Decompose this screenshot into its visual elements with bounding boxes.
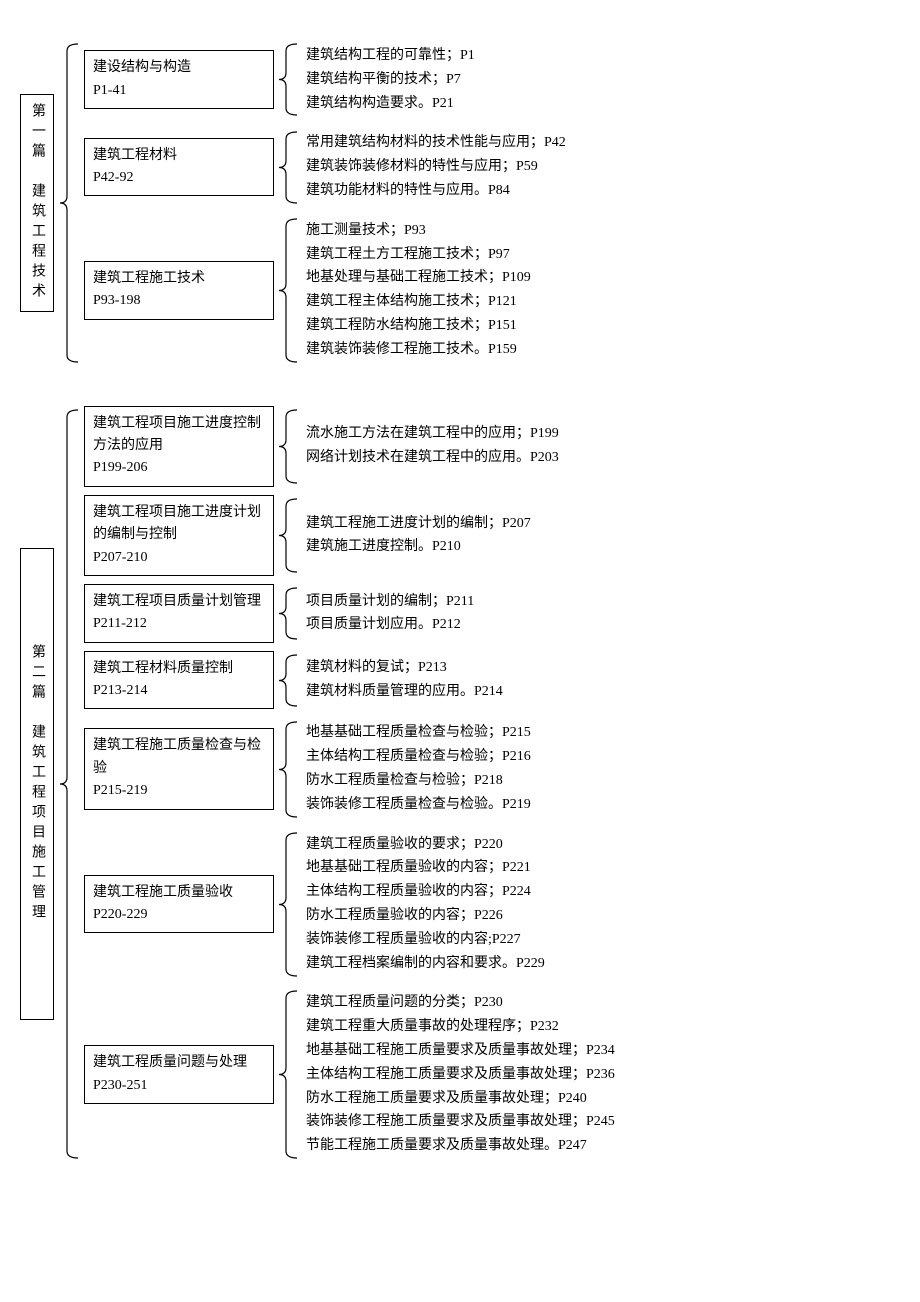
section-pair: 建筑工程质量问题与处理 P230-251 建筑工程质量问题的分类；P230建筑工程… xyxy=(84,987,900,1162)
detail-group: 建筑工程质量问题的分类；P230建筑工程重大质量事故的处理程序；P232地基基础… xyxy=(302,987,615,1162)
part-title: 第一篇 建筑工程技术 xyxy=(20,94,54,312)
section-box-cell: 建筑工程材料P42-92 xyxy=(84,127,274,206)
detail-item: 地基处理与基础工程施工技术；P109 xyxy=(306,266,531,290)
section-pair: 建筑工程项目质量计划管理 P211-212 项目质量计划的编制；P211项目质量计… xyxy=(84,584,900,643)
part-row: 第二篇 建筑工程项目施工管理 建筑工程项目施工进度控制方法的应用P199-206 流… xyxy=(20,406,900,1162)
section-box: 建设结构与构造P1-41 xyxy=(84,50,274,109)
detail-item: 建筑工程质量验收的要求；P220 xyxy=(306,833,545,857)
section-box-cell: 建筑工程质量问题与处理 P230-251 xyxy=(84,987,274,1162)
detail-item: 地基基础工程施工质量要求及质量事故处理；P234 xyxy=(306,1039,615,1063)
detail-group: 地基基础工程质量检查与检验；P215主体结构工程质量检查与检验；P216防水工程… xyxy=(302,717,531,820)
section-box: 建筑工程材料P42-92 xyxy=(84,138,274,197)
detail-item: 项目质量计划的编制；P211 xyxy=(306,590,474,614)
brace-icon xyxy=(274,495,302,576)
detail-group: 流水施工方法在建筑工程中的应用；P199网络计划技术在建筑工程中的应用。P203 xyxy=(302,406,559,487)
brace-icon xyxy=(54,40,84,366)
brace-icon xyxy=(274,829,302,980)
detail-item: 流水施工方法在建筑工程中的应用；P199 xyxy=(306,422,559,446)
section-box-cell: 建设结构与构造P1-41 xyxy=(84,40,274,119)
section-box: 建筑工程项目施工进度控制方法的应用P199-206 xyxy=(84,406,274,487)
detail-item: 装饰装修工程质量检查与检验。P219 xyxy=(306,793,531,817)
detail-item: 建筑工程重大质量事故的处理程序；P232 xyxy=(306,1015,615,1039)
brace-icon xyxy=(274,215,302,366)
detail-item: 常用建筑结构材料的技术性能与应用；P42 xyxy=(306,131,566,155)
section-box: 建筑工程施工技术P93-198 xyxy=(84,261,274,320)
detail-item: 装饰装修工程施工质量要求及质量事故处理；P245 xyxy=(306,1110,615,1134)
detail-item: 地基基础工程质量检查与检验；P215 xyxy=(306,721,531,745)
detail-item: 主体结构工程质量检查与检验；P216 xyxy=(306,745,531,769)
detail-group: 施工测量技术；P93建筑工程土方工程施工技术；P97地基处理与基础工程施工技术；… xyxy=(302,215,531,366)
detail-item: 建筑工程主体结构施工技术；P121 xyxy=(306,290,531,314)
section-pair: 建设结构与构造P1-41 建筑结构工程的可靠性；P1建筑结构平衡的技术；P7建筑结… xyxy=(84,40,900,119)
section-box-cell: 建筑工程施工质量验收 P220-229 xyxy=(84,829,274,980)
brace-icon xyxy=(274,40,302,119)
section-box: 建筑工程质量问题与处理 P230-251 xyxy=(84,1045,274,1104)
detail-item: 主体结构工程质量验收的内容；P224 xyxy=(306,880,545,904)
section-pair: 建筑工程施工技术P93-198 施工测量技术；P93建筑工程土方工程施工技术；P9… xyxy=(84,215,900,366)
detail-item: 建筑装饰装修材料的特性与应用；P59 xyxy=(306,155,566,179)
section-box-cell: 建筑工程项目质量计划管理 P211-212 xyxy=(84,584,274,643)
section-box: 建筑工程项目施工进度计划的编制与控制P207-210 xyxy=(84,495,274,576)
section-box-cell: 建筑工程施工技术P93-198 xyxy=(84,215,274,366)
detail-item: 施工测量技术；P93 xyxy=(306,219,531,243)
outline-root: 第一篇 建筑工程技术建设结构与构造P1-41 建筑结构工程的可靠性；P1建筑结构平… xyxy=(20,40,900,1162)
detail-item: 建筑材料质量管理的应用。P214 xyxy=(306,680,503,704)
section-box-cell: 建筑工程项目施工进度计划的编制与控制P207-210 xyxy=(84,495,274,576)
detail-item: 节能工程施工质量要求及质量事故处理。P247 xyxy=(306,1134,615,1158)
detail-item: 建筑结构构造要求。P21 xyxy=(306,92,475,116)
section-pair: 建筑工程材料P42-92 常用建筑结构材料的技术性能与应用；P42建筑装饰装修材料… xyxy=(84,127,900,206)
section-box-cell: 建筑工程施工质量检查与检验P215-219 xyxy=(84,717,274,820)
detail-item: 建筑装饰装修工程施工技术。P159 xyxy=(306,338,531,362)
detail-item: 防水工程质量验收的内容；P226 xyxy=(306,904,545,928)
brace-icon xyxy=(274,717,302,820)
detail-group: 建筑结构工程的可靠性；P1建筑结构平衡的技术；P7建筑结构构造要求。P21 xyxy=(302,40,475,119)
detail-group: 建筑工程质量验收的要求；P220地基基础工程质量验收的内容；P221主体结构工程… xyxy=(302,829,545,980)
detail-item: 建筑施工进度控制。P210 xyxy=(306,535,531,559)
section-box-cell: 建筑工程项目施工进度控制方法的应用P199-206 xyxy=(84,406,274,487)
section-box: 建筑工程项目质量计划管理 P211-212 xyxy=(84,584,274,643)
part-row: 第一篇 建筑工程技术建设结构与构造P1-41 建筑结构工程的可靠性；P1建筑结构平… xyxy=(20,40,900,366)
brace-icon xyxy=(274,651,302,710)
sections-stack: 建设结构与构造P1-41 建筑结构工程的可靠性；P1建筑结构平衡的技术；P7建筑结… xyxy=(84,40,900,366)
detail-item: 建筑功能材料的特性与应用。P84 xyxy=(306,179,566,203)
detail-item: 地基基础工程质量验收的内容；P221 xyxy=(306,856,545,880)
detail-item: 防水工程质量检查与检验；P218 xyxy=(306,769,531,793)
detail-item: 网络计划技术在建筑工程中的应用。P203 xyxy=(306,446,559,470)
section-pair: 建筑工程材料质量控制 P213-214 建筑材料的复试；P213建筑材料质量管理的… xyxy=(84,651,900,710)
detail-item: 建筑结构工程的可靠性；P1 xyxy=(306,44,475,68)
brace-icon xyxy=(274,987,302,1162)
brace-icon xyxy=(274,584,302,643)
detail-item: 建筑工程质量问题的分类；P230 xyxy=(306,991,615,1015)
brace-icon xyxy=(274,127,302,206)
detail-group: 常用建筑结构材料的技术性能与应用；P42建筑装饰装修材料的特性与应用；P59建筑… xyxy=(302,127,566,206)
sections-stack: 建筑工程项目施工进度控制方法的应用P199-206 流水施工方法在建筑工程中的应用… xyxy=(84,406,900,1162)
section-pair: 建筑工程项目施工进度控制方法的应用P199-206 流水施工方法在建筑工程中的应用… xyxy=(84,406,900,487)
brace-icon xyxy=(274,406,302,487)
detail-item: 建筑材料的复试；P213 xyxy=(306,656,503,680)
detail-group: 建筑材料的复试；P213建筑材料质量管理的应用。P214 xyxy=(302,651,503,710)
detail-item: 建筑结构平衡的技术；P7 xyxy=(306,68,475,92)
section-box: 建筑工程施工质量验收 P220-229 xyxy=(84,875,274,934)
detail-item: 主体结构工程施工质量要求及质量事故处理；P236 xyxy=(306,1063,615,1087)
section-pair: 建筑工程施工质量验收 P220-229 建筑工程质量验收的要求；P220地基基础工… xyxy=(84,829,900,980)
detail-item: 建筑工程防水结构施工技术；P151 xyxy=(306,314,531,338)
detail-item: 建筑工程档案编制的内容和要求。P229 xyxy=(306,952,545,976)
section-pair: 建筑工程施工质量检查与检验P215-219 地基基础工程质量检查与检验；P215主… xyxy=(84,717,900,820)
detail-item: 防水工程施工质量要求及质量事故处理；P240 xyxy=(306,1087,615,1111)
section-pair: 建筑工程项目施工进度计划的编制与控制P207-210 建筑工程施工进度计划的编制；… xyxy=(84,495,900,576)
detail-item: 建筑工程土方工程施工技术；P97 xyxy=(306,243,531,267)
detail-item: 项目质量计划应用。P212 xyxy=(306,613,474,637)
section-box: 建筑工程施工质量检查与检验P215-219 xyxy=(84,728,274,809)
detail-group: 建筑工程施工进度计划的编制；P207建筑施工进度控制。P210 xyxy=(302,495,531,576)
section-box: 建筑工程材料质量控制 P213-214 xyxy=(84,651,274,710)
detail-item: 建筑工程施工进度计划的编制；P207 xyxy=(306,512,531,536)
detail-item: 装饰装修工程质量验收的内容;P227 xyxy=(306,928,545,952)
detail-group: 项目质量计划的编制；P211项目质量计划应用。P212 xyxy=(302,584,474,643)
section-box-cell: 建筑工程材料质量控制 P213-214 xyxy=(84,651,274,710)
brace-icon xyxy=(54,406,84,1162)
part-title: 第二篇 建筑工程项目施工管理 xyxy=(20,548,54,1020)
